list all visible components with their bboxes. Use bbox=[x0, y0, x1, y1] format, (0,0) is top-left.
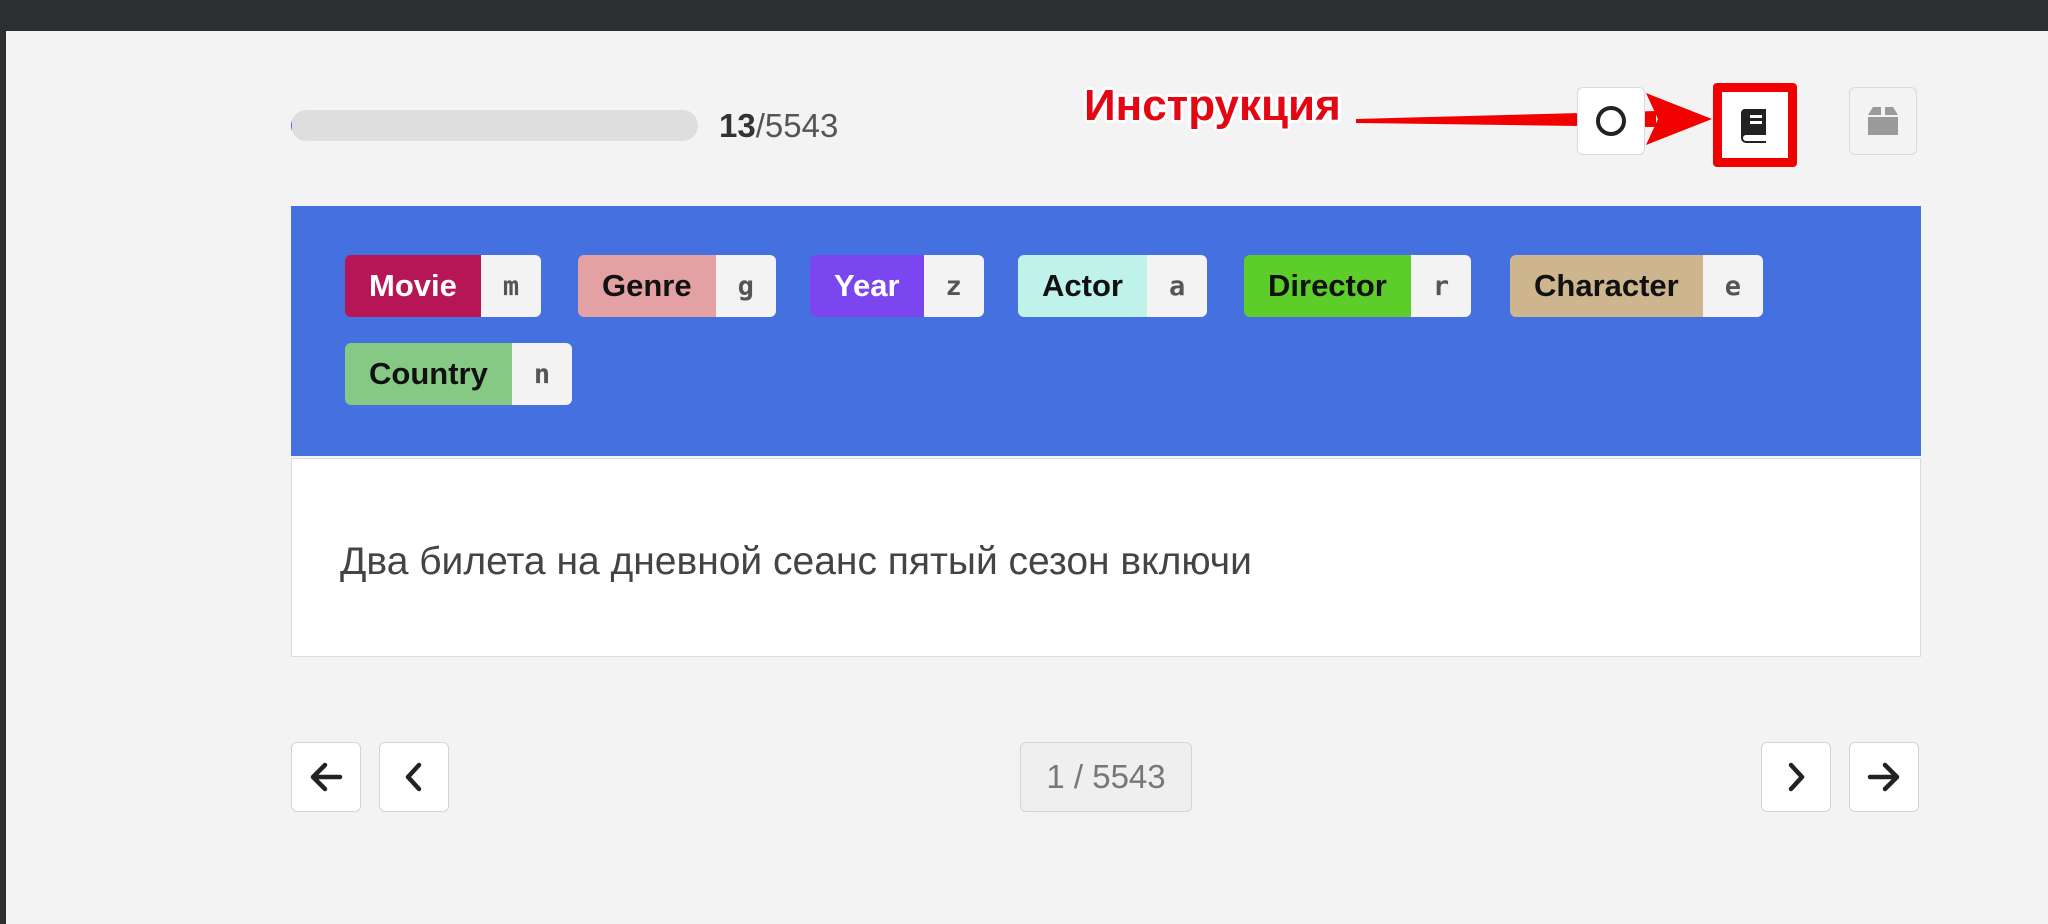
box-icon bbox=[1868, 107, 1898, 135]
progress-count: 13/5543 bbox=[719, 106, 838, 146]
label-name: Actor bbox=[1018, 255, 1147, 317]
label-name: Movie bbox=[345, 255, 481, 317]
chevron-right-icon bbox=[1788, 762, 1805, 792]
instruction-annotation-label: Инструкция bbox=[1084, 81, 1341, 130]
label-shortcut-key: m bbox=[480, 255, 542, 317]
annotation-app: 13/5543 Инструкция Movie m Genre g Year … bbox=[6, 31, 2048, 924]
label-chip-director[interactable]: Director r bbox=[1244, 255, 1472, 317]
circle-button[interactable] bbox=[1577, 87, 1645, 155]
label-name: Director bbox=[1244, 255, 1411, 317]
progress-total: /5543 bbox=[755, 107, 839, 144]
annotation-arrow bbox=[1356, 93, 1712, 145]
label-shortcut-key: r bbox=[1410, 255, 1472, 317]
first-page-button[interactable] bbox=[291, 742, 361, 812]
label-chip-year[interactable]: Year z bbox=[810, 255, 984, 317]
label-chip-actor[interactable]: Actor a bbox=[1018, 255, 1208, 317]
label-name: Year bbox=[810, 255, 924, 317]
instructions-button[interactable] bbox=[1713, 83, 1797, 167]
label-chip-genre[interactable]: Genre g bbox=[578, 255, 776, 317]
label-shortcut-key: g bbox=[715, 255, 776, 317]
last-page-button[interactable] bbox=[1849, 742, 1919, 812]
label-name: Country bbox=[345, 343, 512, 405]
arrow-right-icon bbox=[1867, 762, 1900, 792]
chevron-left-icon bbox=[405, 762, 422, 792]
label-chip-country[interactable]: Country n bbox=[345, 343, 573, 405]
label-shortcut-key: a bbox=[1146, 255, 1208, 317]
progress-done: 13 bbox=[719, 107, 756, 144]
label-chip-movie[interactable]: Movie m bbox=[345, 255, 542, 317]
label-chip-character[interactable]: Character e bbox=[1510, 255, 1764, 317]
book-icon bbox=[1740, 109, 1766, 143]
text-panel: Два билета на дневной сеанс пятый сезон … bbox=[291, 458, 1921, 657]
next-button[interactable] bbox=[1761, 742, 1831, 812]
label-shortcut-key: e bbox=[1702, 255, 1764, 317]
archive-button[interactable] bbox=[1849, 87, 1917, 155]
annotation-text[interactable]: Два билета на дневной сеанс пятый сезон … bbox=[340, 538, 1252, 586]
progress-bar bbox=[291, 110, 698, 141]
label-shortcut-key: n bbox=[511, 343, 573, 405]
label-name: Character bbox=[1510, 255, 1703, 317]
label-name: Genre bbox=[578, 255, 716, 317]
arrow-left-icon bbox=[310, 762, 343, 792]
page-indicator: 1 / 5543 bbox=[1020, 742, 1192, 812]
circle-icon bbox=[1596, 106, 1626, 136]
label-shortcut-key: z bbox=[923, 255, 984, 317]
previous-button[interactable] bbox=[379, 742, 449, 812]
progress-bar-fill bbox=[291, 110, 292, 141]
label-panel: Movie m Genre g Year z Actor a Director … bbox=[291, 206, 1921, 456]
